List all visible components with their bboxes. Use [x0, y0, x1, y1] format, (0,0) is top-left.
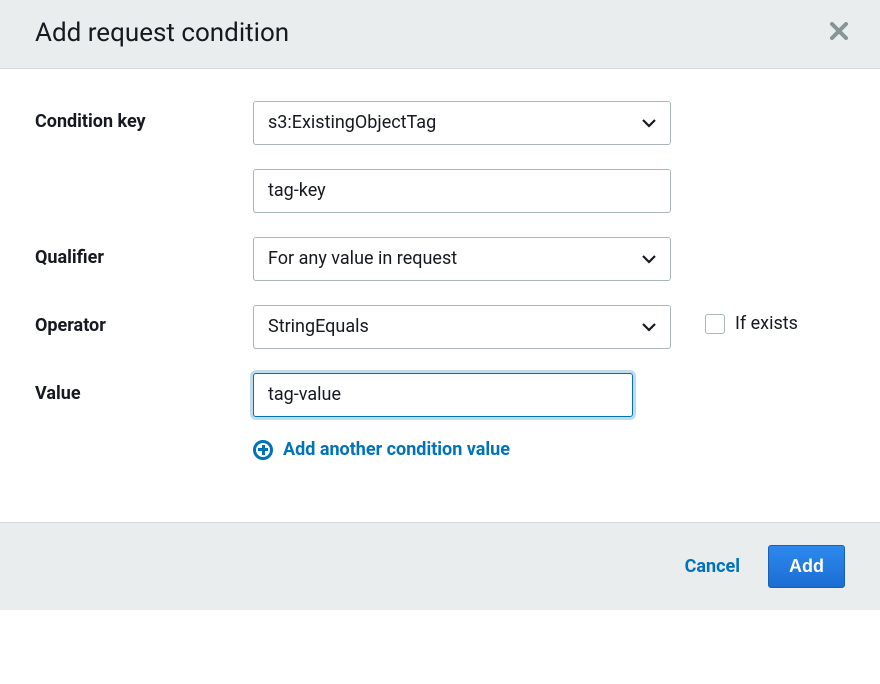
qualifier-label: Qualifier — [35, 237, 253, 268]
condition-key-select[interactable]: s3:ExistingObjectTag — [253, 101, 671, 145]
value-input[interactable] — [253, 373, 633, 417]
row-condition-key: Condition key s3:ExistingObjectTag — [35, 101, 845, 145]
row-tag-key — [35, 169, 845, 213]
close-icon — [830, 22, 848, 44]
plus-circle-icon — [253, 440, 273, 460]
dialog-title: Add request condition — [35, 18, 289, 48]
close-button[interactable] — [826, 22, 852, 44]
dialog-header: Add request condition — [0, 0, 880, 69]
add-condition-dialog: Add request condition Condition key s3:E… — [0, 0, 880, 610]
operator-label: Operator — [35, 305, 253, 336]
if-exists-checkbox[interactable] — [705, 314, 725, 334]
chevron-down-icon — [642, 322, 656, 332]
condition-key-label: Condition key — [35, 101, 253, 132]
tag-key-input[interactable] — [253, 169, 671, 213]
qualifier-select[interactable]: For any value in request — [253, 237, 671, 281]
dialog-body: Condition key s3:ExistingObjectTag Quali… — [0, 69, 880, 522]
row-operator: Operator StringEquals If exists — [35, 305, 845, 349]
cancel-button[interactable]: Cancel — [685, 556, 740, 577]
row-qualifier: Qualifier For any value in request — [35, 237, 845, 281]
if-exists-group: If exists — [671, 305, 798, 334]
qualifier-selected-value: For any value in request — [268, 248, 457, 270]
row-value: Value Add another condition value — [35, 373, 845, 464]
add-condition-value-link[interactable]: Add another condition value — [253, 439, 510, 460]
operator-select[interactable]: StringEquals — [253, 305, 671, 349]
chevron-down-icon — [642, 254, 656, 264]
chevron-down-icon — [642, 118, 656, 128]
if-exists-label: If exists — [735, 313, 798, 334]
add-button[interactable]: Add — [768, 545, 845, 588]
condition-key-selected-value: s3:ExistingObjectTag — [268, 112, 436, 134]
operator-selected-value: StringEquals — [268, 316, 369, 338]
add-condition-value-label: Add another condition value — [283, 439, 510, 460]
dialog-footer: Cancel Add — [0, 522, 880, 610]
value-label: Value — [35, 373, 253, 404]
